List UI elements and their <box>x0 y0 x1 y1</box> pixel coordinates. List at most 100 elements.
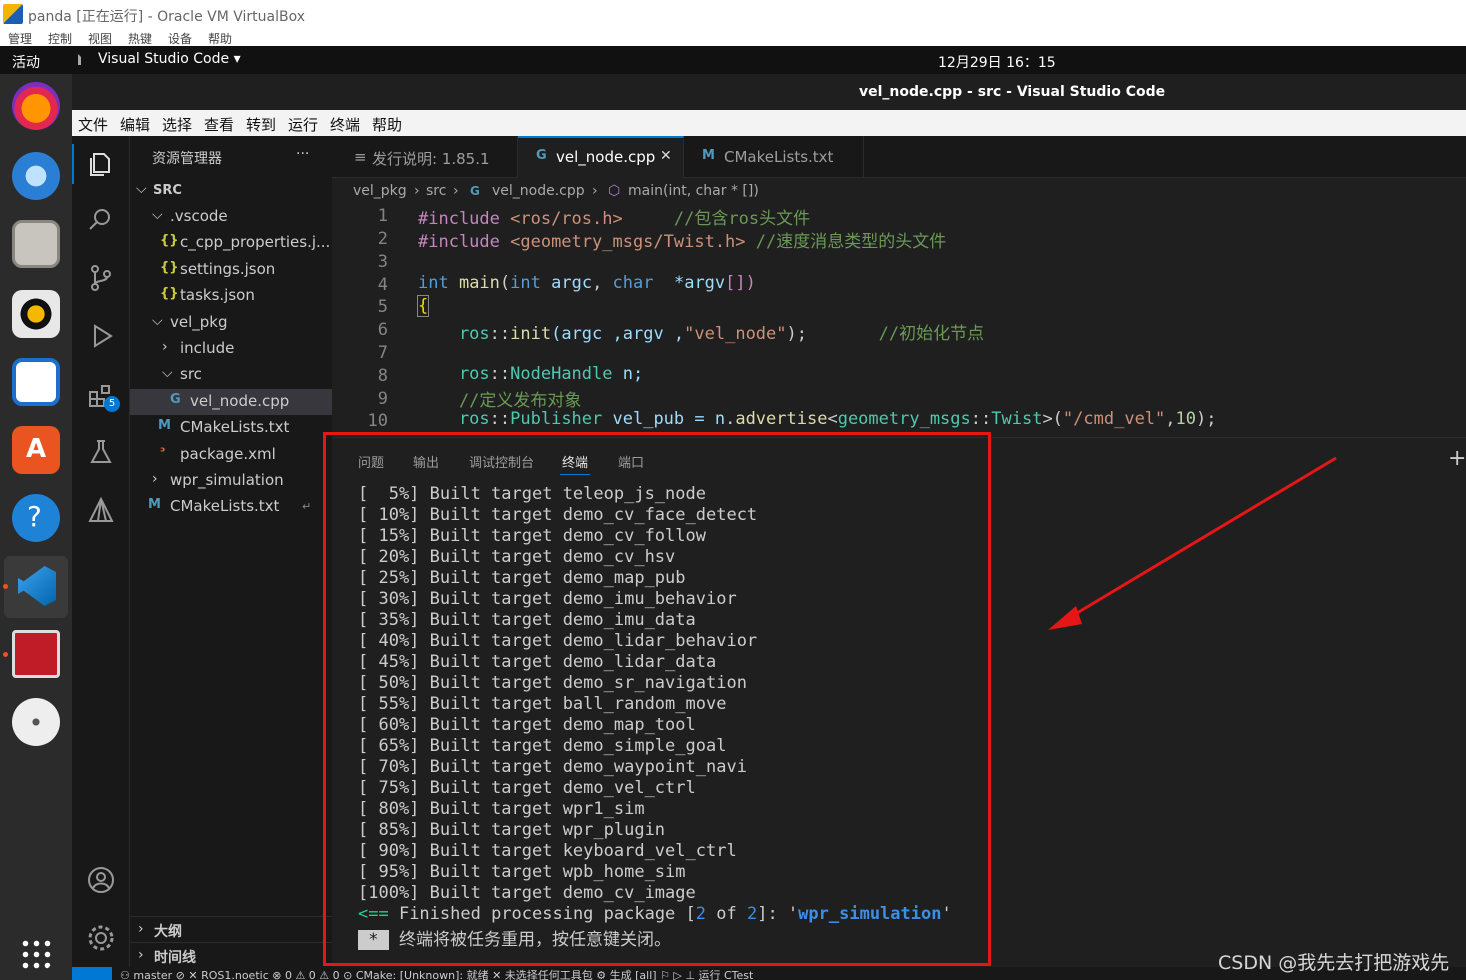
virtualbox-icon <box>3 4 23 24</box>
cpp-file-icon: G <box>170 392 181 407</box>
gnome-top-bar: 活动 Visual Studio Code ▾ 12月29日 16：15 <box>0 46 1466 74</box>
link-arrow-icon: ↵ <box>302 500 312 513</box>
tab-release-notes[interactable]: ≡ 发行说明: 1.85.1 <box>332 136 518 178</box>
explorer-title: 资源管理器 <box>152 151 222 167</box>
menu-terminal[interactable]: 终端 <box>330 114 360 135</box>
tab-vel-node-cpp[interactable]: G vel_node.cpp ✕ <box>518 136 684 178</box>
vscode-dock-highlight[interactable] <box>4 556 68 618</box>
divider <box>130 942 332 943</box>
explorer-icon[interactable] <box>87 150 115 178</box>
json-icon: {} <box>160 286 179 301</box>
menu-run[interactable]: 运行 <box>288 114 318 135</box>
tree-root-src[interactable]: ⌵ SRC <box>130 178 332 204</box>
dock: A ? <box>0 74 72 980</box>
settings-gear-icon[interactable] <box>87 924 115 952</box>
line-number: 10 <box>367 411 388 431</box>
virtualbox-title: panda [正在运行] - Oracle VM VirtualBox <box>28 9 306 25</box>
line-number: 2 <box>377 229 388 249</box>
vscode-icon <box>18 566 56 606</box>
rhythmbox-icon[interactable] <box>12 290 60 338</box>
chevron-right-icon: › <box>414 183 420 199</box>
chevron-right-icon: › <box>592 183 598 199</box>
cmake-file-icon: M <box>158 418 171 433</box>
menu-help[interactable]: 帮助 <box>372 114 402 135</box>
line-number: 6 <box>377 320 388 340</box>
clock[interactable]: 12月29日 16：15 <box>938 52 1056 72</box>
code-editor[interactable]: 1 2 3 4 5 6 7 8 9 10 #include <ros/ros.h… <box>332 204 1466 434</box>
add-terminal-icon[interactable]: + <box>1448 446 1466 471</box>
breadcrumb-src[interactable]: src <box>426 183 446 199</box>
vscode-menubar: 文件 编辑 选择 查看 转到 运行 终端 帮助 <box>72 110 1466 136</box>
search-icon[interactable] <box>87 206 115 234</box>
tree-item-vscode[interactable]: ⌵ .vscode <box>130 204 332 230</box>
chevron-right-icon: › <box>453 183 459 199</box>
accounts-icon[interactable] <box>87 866 115 894</box>
outline-section[interactable]: › 大纲 <box>130 918 332 944</box>
menu-go[interactable]: 转到 <box>246 114 276 135</box>
cmake-icon[interactable] <box>87 496 115 524</box>
chevron-right-icon: › <box>162 339 168 355</box>
activities-button[interactable]: 活动 <box>12 52 40 72</box>
firefox-icon[interactable] <box>12 82 60 130</box>
vbox-menu-hotkeys[interactable]: 热键 <box>128 30 152 47</box>
vbox-menu-view[interactable]: 视图 <box>88 30 112 47</box>
remote-indicator[interactable] <box>72 967 112 980</box>
libreoffice-writer-icon[interactable] <box>12 358 60 406</box>
list-icon: ≡ <box>354 148 367 166</box>
cmake-file-icon: M <box>702 148 715 163</box>
tree-item-wpr-simulation[interactable]: › wpr_simulation <box>130 468 332 494</box>
json-icon: {} <box>160 233 179 248</box>
tree-item-settings-json[interactable]: {} settings.json <box>130 257 332 283</box>
cube-symbol-icon: ⬡ <box>608 183 621 199</box>
menu-edit[interactable]: 编辑 <box>120 114 150 135</box>
terminal-app-icon[interactable] <box>12 630 60 678</box>
line-number: 1 <box>377 206 388 226</box>
code-line-2: #include <geometry_msgs/Twist.h> //速度消息类… <box>418 232 947 252</box>
tree-item-c-cpp-properties[interactable]: {} c_cpp_properties.j... <box>130 230 332 256</box>
source-control-icon[interactable] <box>87 264 115 292</box>
breadcrumb-file[interactable]: vel_node.cpp <box>492 183 585 199</box>
vbox-menu-devices[interactable]: 设备 <box>168 30 192 47</box>
tree-item-src[interactable]: ⌵ src <box>130 362 332 388</box>
code-line-6: ros::init(argc ,argv ,"vel_node"); //初始化… <box>418 324 985 344</box>
thunderbird-icon[interactable] <box>12 152 60 200</box>
vbox-menu-help[interactable]: 帮助 <box>208 30 232 47</box>
tab-cmakelists[interactable]: M CMakeLists.txt <box>684 136 864 178</box>
breadcrumb-symbol[interactable]: main(int, char * []) <box>628 183 759 199</box>
line-number: 5 <box>377 297 388 317</box>
code-line-8: ros::NodeHandle n; <box>418 364 644 384</box>
testing-icon[interactable] <box>87 438 115 466</box>
tree-item-cmakelists-root[interactable]: M CMakeLists.txt ↵ <box>130 494 332 520</box>
files-icon[interactable] <box>12 220 60 268</box>
vbox-menu-manage[interactable]: 管理 <box>8 30 32 47</box>
breadcrumb-vel-pkg[interactable]: vel_pkg <box>353 183 407 199</box>
menu-view[interactable]: 查看 <box>204 114 234 135</box>
tree-item-package-xml[interactable]: ᵓ package.xml <box>130 442 332 468</box>
close-icon[interactable]: ✕ <box>660 148 672 164</box>
tree-item-vel-pkg[interactable]: ⌵ vel_pkg <box>130 310 332 336</box>
status-items[interactable]: ⚇ master ⊘ ✕ ROS1.noetic ⊗ 0 ⚠ 0 ⚠ 0 ⊙ C… <box>120 967 753 980</box>
menu-file[interactable]: 文件 <box>78 114 108 135</box>
running-indicator <box>3 652 8 657</box>
run-debug-icon[interactable] <box>87 322 115 350</box>
help-icon[interactable]: ? <box>12 494 60 542</box>
app-menu[interactable]: Visual Studio Code ▾ <box>98 51 241 67</box>
chevron-right-icon: › <box>138 921 144 937</box>
cmake-file-icon: M <box>148 497 161 512</box>
menu-selection[interactable]: 选择 <box>162 114 192 135</box>
disc-icon[interactable] <box>12 698 60 746</box>
code-line-1: #include <ros/ros.h> //包含ros头文件 <box>418 209 811 229</box>
editor-tabs: ≡ 发行说明: 1.85.1 G vel_node.cpp ✕ M CMakeL… <box>332 136 1466 178</box>
tree-item-include[interactable]: › include <box>130 336 332 362</box>
show-apps-icon[interactable] <box>20 938 52 970</box>
software-center-icon[interactable]: A <box>12 426 60 474</box>
vbox-menu-control[interactable]: 控制 <box>48 30 72 47</box>
explorer-more-button[interactable]: ··· <box>296 146 309 162</box>
tree-item-vel-node-cpp[interactable]: G vel_node.cpp <box>130 389 332 415</box>
activity-bar: 5 <box>72 136 130 980</box>
chevron-down-icon: ⌵ <box>152 207 163 223</box>
cpp-file-icon: G <box>536 148 547 163</box>
line-number: 8 <box>377 366 388 386</box>
tree-item-tasks-json[interactable]: {} tasks.json <box>130 283 332 309</box>
tree-item-cmakelists-pkg[interactable]: M CMakeLists.txt <box>130 415 332 441</box>
